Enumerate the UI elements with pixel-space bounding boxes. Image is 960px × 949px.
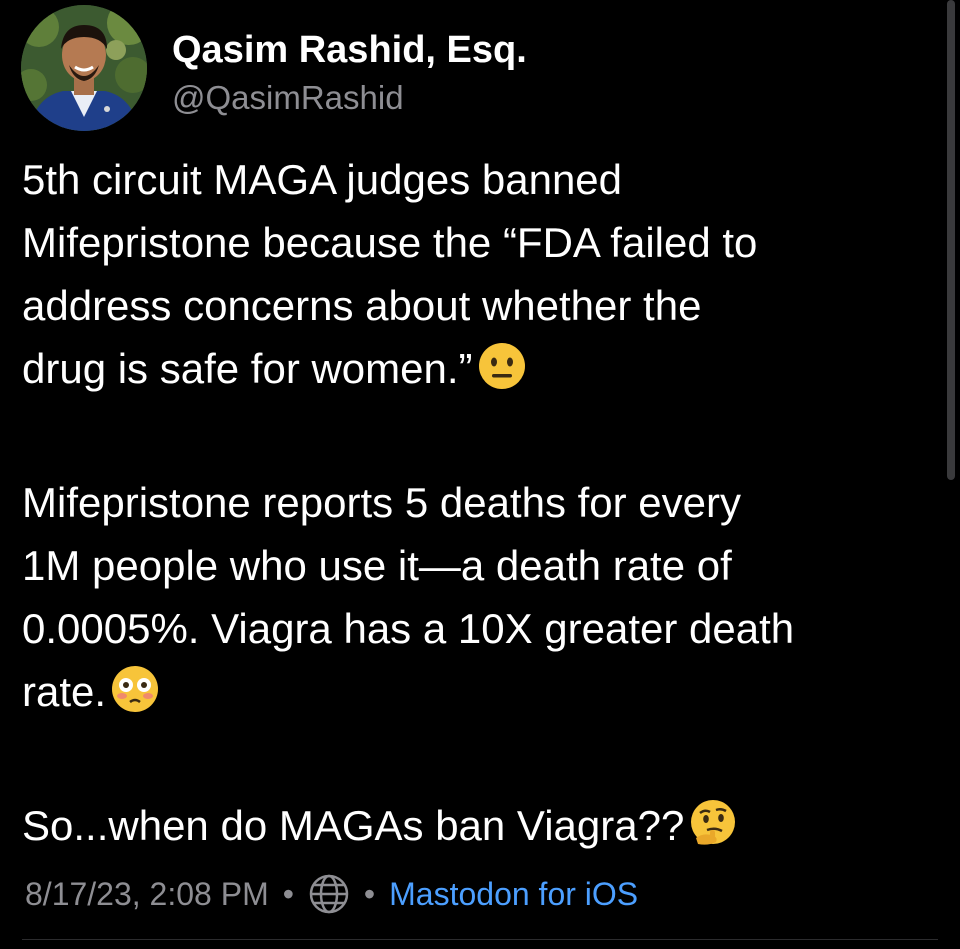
flushed-face-emoji-icon [110,664,160,731]
post-line-text: Mifepristone reports 5 deaths for every [22,479,742,526]
neutral-face-emoji-icon [477,341,527,408]
post-line-text: 0.0005%. Viagra has a 10X greater death [22,605,795,652]
post-paragraph: 5th circuit MAGA judges banned Mifeprist… [22,148,952,408]
post-card: Qasim Rashid, Esq. @QasimRashid 5th circ… [0,0,960,949]
post-line: 5th circuit MAGA judges banned [22,148,952,211]
post-line-text: 1M people who use it—a death rate of [22,542,732,589]
scrollbar[interactable] [947,0,955,480]
post-paragraph: So...when do MAGAs ban Viagra?? [22,794,952,865]
author-avatar[interactable] [21,5,147,131]
thinking-face-emoji-icon [688,798,738,865]
post-line-text: 5th circuit MAGA judges banned [22,156,623,203]
author-display-name[interactable]: Qasim Rashid, Esq. [172,28,527,72]
post-line-text: So...when do MAGAs ban Viagra?? [22,802,685,849]
post-line: 1M people who use it—a death rate of [22,534,952,597]
post-timestamp[interactable]: 8/17/23, 2:08 PM [25,872,269,916]
post-line: Mifepristone because the “FDA failed to [22,211,952,274]
post-meta: 8/17/23, 2:08 PM • • Mastodon for iOS [25,872,638,916]
post-line-text: Mifepristone because the “FDA failed to [22,219,758,266]
post-line: address concerns about whether the [22,274,952,337]
post-line-text: address concerns about whether the [22,282,702,329]
meta-separator: • [282,876,294,912]
post-line: So...when do MAGAs ban Viagra?? [22,794,952,865]
profile-photo [21,5,147,131]
meta-separator: • [363,876,376,912]
post-line: Mifepristone reports 5 deaths for every [22,471,952,534]
globe-icon [308,873,350,915]
post-content: 5th circuit MAGA judges banned Mifeprist… [22,148,952,865]
post-paragraph: Mifepristone reports 5 deaths for every … [22,471,952,731]
post-line-text: rate. [22,668,107,715]
post-line-text: drug is safe for women.” [22,345,473,392]
divider [22,939,938,940]
post-line: 0.0005%. Viagra has a 10X greater death [22,597,952,660]
client-link[interactable]: Mastodon for iOS [389,872,638,916]
post-line: drug is safe for women.” [22,337,952,408]
author-handle[interactable]: @QasimRashid [172,78,404,118]
post-line: rate. [22,660,952,731]
